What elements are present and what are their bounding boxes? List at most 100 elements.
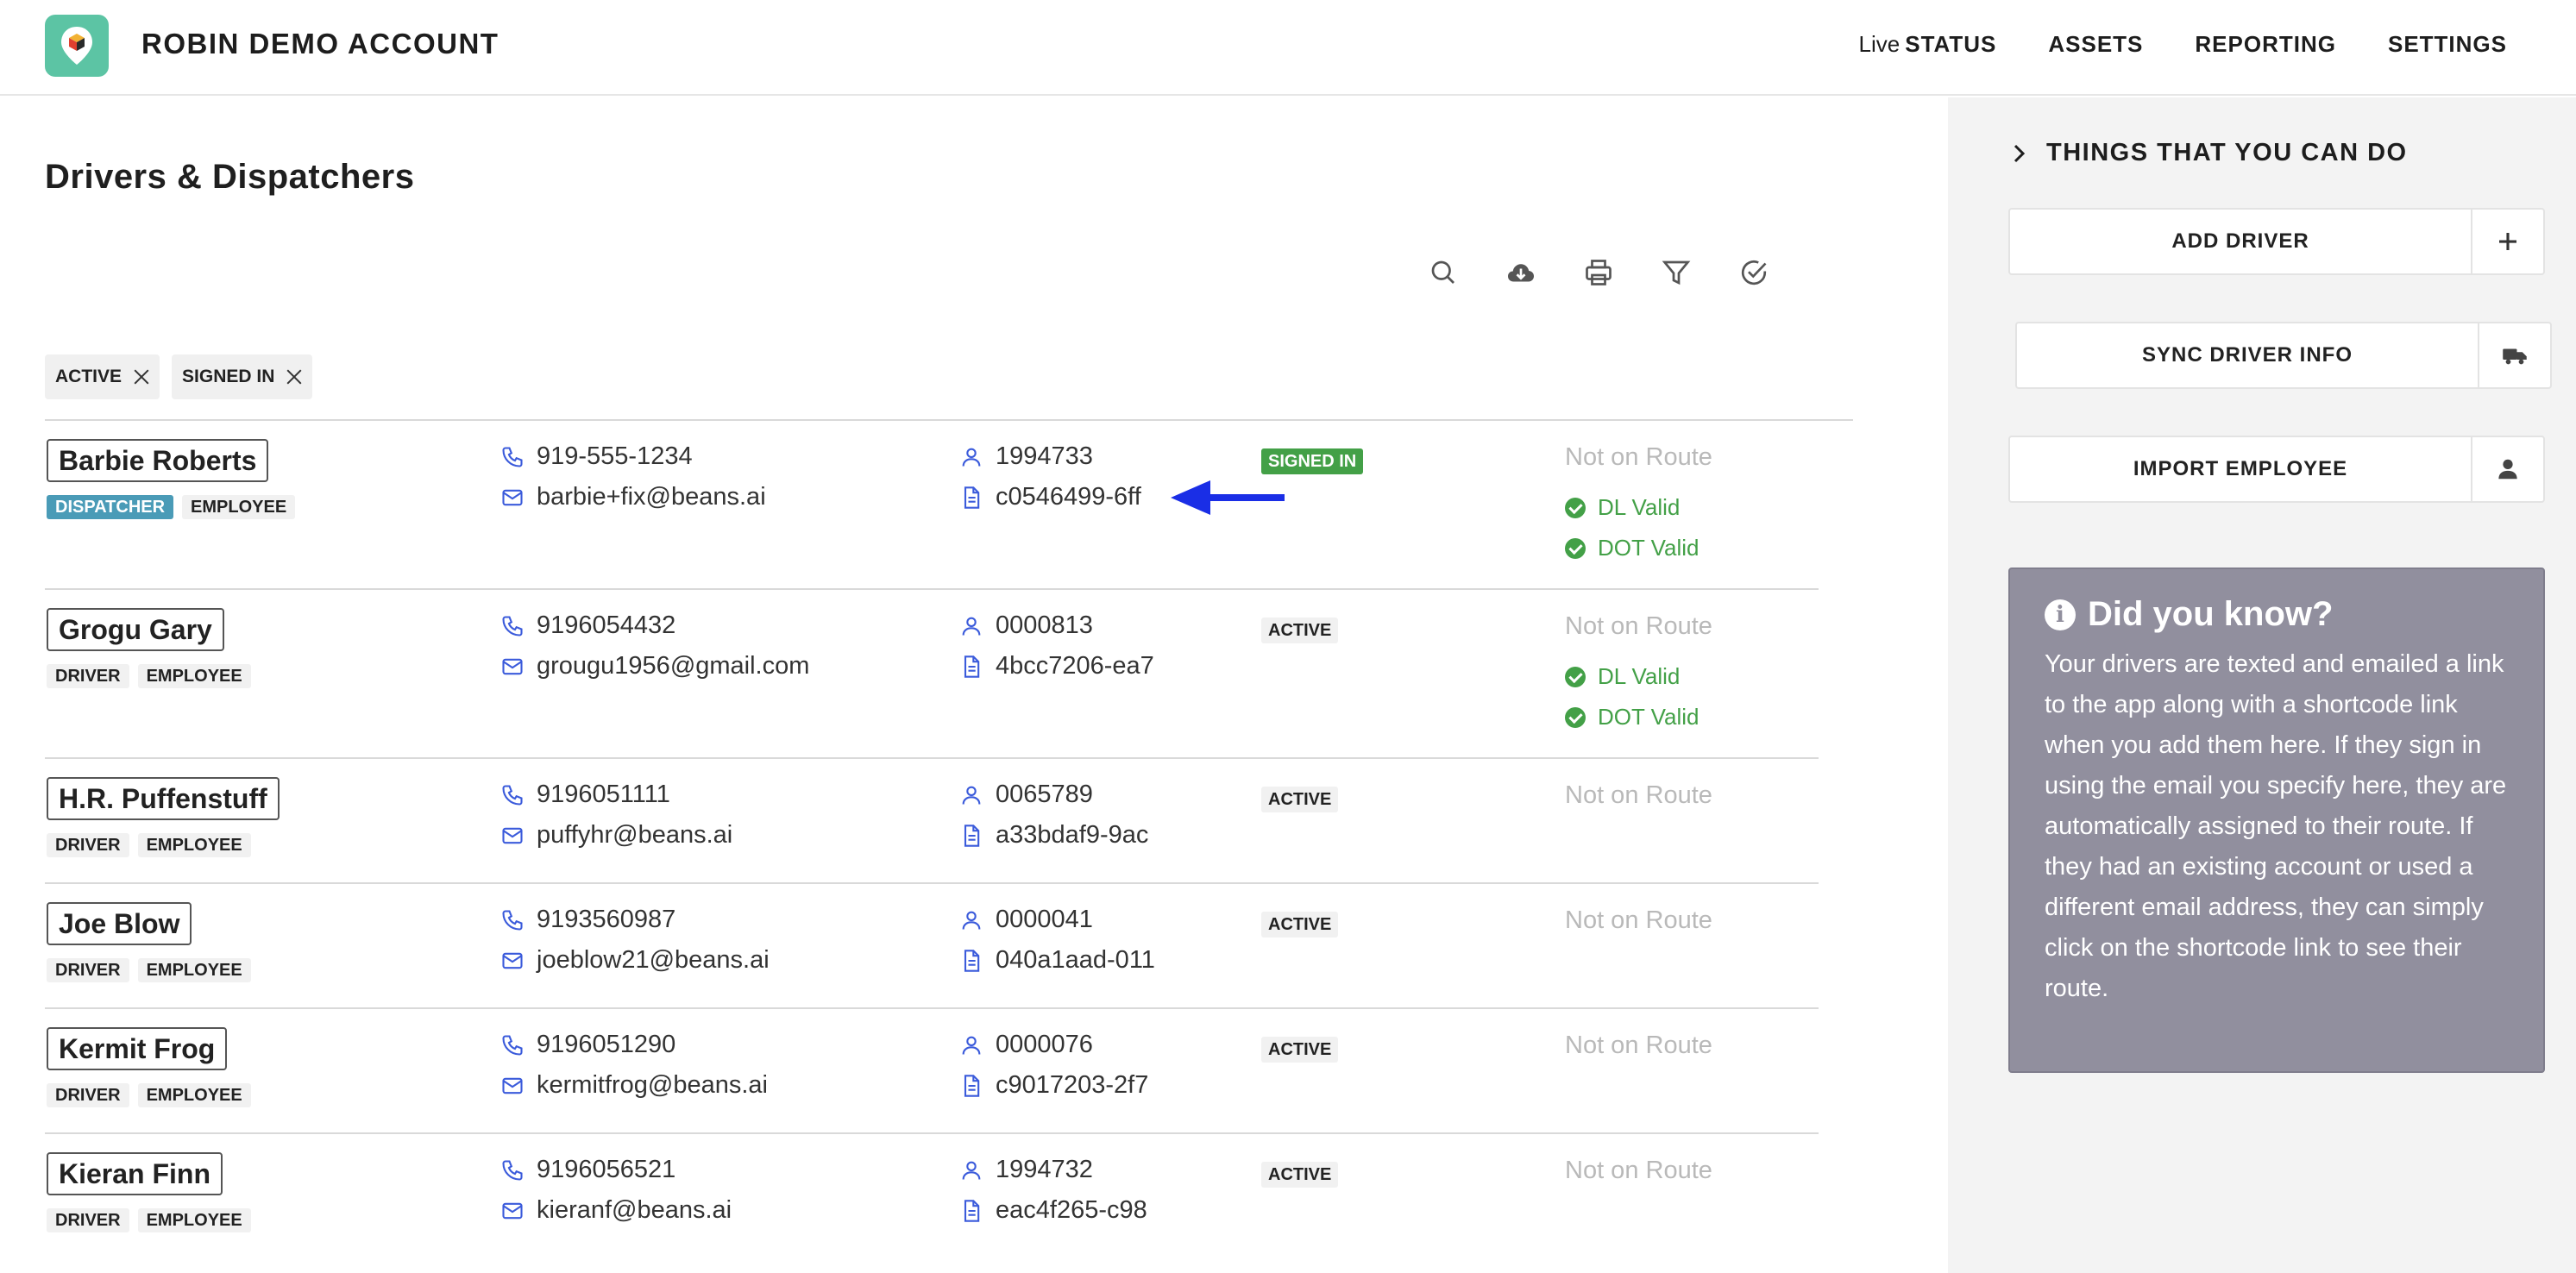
mail-icon bbox=[502, 489, 523, 505]
phone-line: 9193560987 bbox=[500, 906, 675, 934]
phone-line: 9196054432 bbox=[500, 611, 675, 640]
add-driver-button[interactable]: ADD DRIVER bbox=[2008, 208, 2545, 275]
type-badge: EMPLOYEE bbox=[137, 664, 251, 688]
dot-valid-indicator: DOT Valid bbox=[1565, 704, 1700, 731]
phone-line: 919-555-1234 bbox=[500, 442, 693, 471]
type-badge: EMPLOYEE bbox=[182, 495, 296, 519]
role-badge: DRIVER bbox=[47, 664, 129, 688]
route-status: Not on Route bbox=[1565, 906, 1712, 934]
document-id-line: c0546499-6ff bbox=[959, 483, 1141, 511]
mail-icon bbox=[502, 1077, 523, 1094]
import-employee-label: IMPORT EMPLOYEE bbox=[2133, 457, 2348, 480]
cloud-download-icon[interactable] bbox=[1501, 253, 1541, 292]
truck-icon bbox=[2478, 323, 2550, 387]
sidebar-heading[interactable]: THINGS THAT YOU CAN DO bbox=[2008, 139, 2408, 167]
email-line: kieranf@beans.ai bbox=[500, 1196, 732, 1225]
type-badge: EMPLOYEE bbox=[137, 1208, 251, 1232]
document-icon bbox=[964, 949, 980, 972]
driver-tags: DISPATCHER EMPLOYEE bbox=[47, 495, 296, 519]
did-you-know-body: Your drivers are texted and emailed a li… bbox=[2045, 650, 2507, 1002]
user-icon bbox=[2471, 437, 2543, 501]
nav-status-label: STATUS bbox=[1905, 31, 1997, 57]
phone-line: 9196056521 bbox=[500, 1156, 675, 1184]
employee-id-line: 0000813 bbox=[959, 611, 1093, 640]
logo-pin-icon bbox=[61, 27, 92, 65]
nav-assets[interactable]: ASSETS bbox=[2048, 31, 2143, 58]
check-icon bbox=[1565, 497, 1586, 518]
phone-icon bbox=[502, 615, 523, 636]
employee-id-line: 0065789 bbox=[959, 781, 1093, 809]
filter-icon[interactable] bbox=[1656, 253, 1696, 292]
document-id-line: 040a1aad-011 bbox=[959, 946, 1155, 975]
remove-filter-icon[interactable] bbox=[286, 369, 302, 385]
driver-name-button[interactable]: Grogu Gary bbox=[47, 608, 224, 651]
role-badge: DRIVER bbox=[47, 958, 129, 982]
mail-icon bbox=[502, 1202, 523, 1219]
email-address: grougu1956@gmail.com bbox=[537, 652, 810, 680]
table-row: H.R. Puffenstuff DRIVER EMPLOYEE 9196051… bbox=[45, 757, 1819, 882]
nav-live-status[interactable]: Live STATUS bbox=[1859, 31, 1997, 58]
employee-id-line: 0000076 bbox=[959, 1031, 1093, 1059]
check-icon bbox=[1565, 706, 1586, 728]
filter-chip-label: ACTIVE bbox=[55, 367, 123, 386]
main-nav: Live STATUS ASSETS REPORTING SETTINGS bbox=[1859, 31, 2507, 58]
mail-icon bbox=[502, 658, 523, 674]
document-id-line: 4bcc7206-ea7 bbox=[959, 652, 1154, 680]
email-address: puffyhr@beans.ai bbox=[537, 821, 733, 849]
document-icon bbox=[964, 655, 980, 678]
sync-driver-info-button[interactable]: SYNC DRIVER INFO bbox=[2015, 322, 2552, 389]
phone-number: 9196056521 bbox=[537, 1156, 676, 1183]
driver-name-button[interactable]: Kermit Frog bbox=[47, 1027, 228, 1070]
print-icon[interactable] bbox=[1579, 253, 1618, 292]
active-filters: ACTIVE SIGNED IN bbox=[45, 354, 313, 399]
nav-reporting[interactable]: REPORTING bbox=[2195, 31, 2336, 58]
dl-valid-indicator: DL Valid bbox=[1565, 663, 1680, 690]
driver-name-button[interactable]: H.R. Puffenstuff bbox=[47, 777, 280, 820]
dot-valid-label: DOT Valid bbox=[1598, 535, 1700, 561]
phone-number: 9196054432 bbox=[537, 611, 676, 639]
pointer-arrow-icon bbox=[1171, 480, 1285, 515]
user-icon bbox=[962, 1161, 981, 1180]
document-icon bbox=[964, 486, 980, 509]
document-id: c9017203-2f7 bbox=[996, 1071, 1149, 1099]
filter-chip-signed-in: SIGNED IN bbox=[172, 354, 313, 399]
user-icon bbox=[962, 617, 981, 636]
driver-name-button[interactable]: Kieran Finn bbox=[47, 1152, 223, 1195]
did-you-know-title: i Did you know? bbox=[2045, 595, 2509, 634]
email-line: grougu1956@gmail.com bbox=[500, 652, 809, 680]
user-icon bbox=[962, 1036, 981, 1055]
email-line: puffyhr@beans.ai bbox=[500, 821, 732, 850]
email-address: kermitfrog@beans.ai bbox=[537, 1071, 768, 1099]
document-id-line: eac4f265-c98 bbox=[959, 1196, 1147, 1225]
employee-id-line: 1994733 bbox=[959, 442, 1093, 471]
nav-settings[interactable]: SETTINGS bbox=[2388, 31, 2507, 58]
route-status: Not on Route bbox=[1565, 443, 1712, 471]
did-you-know-title-text: Did you know? bbox=[2088, 595, 2334, 633]
driver-name-button[interactable]: Joe Blow bbox=[47, 902, 192, 945]
driver-name-button[interactable]: Barbie Roberts bbox=[47, 439, 269, 482]
status-badge: SIGNED IN bbox=[1261, 448, 1364, 474]
remove-filter-icon[interactable] bbox=[134, 369, 149, 385]
import-employee-button[interactable]: IMPORT EMPLOYEE bbox=[2008, 436, 2545, 503]
check-circle-icon[interactable] bbox=[1734, 253, 1774, 292]
add-driver-label: ADD DRIVER bbox=[2171, 229, 2309, 253]
document-icon bbox=[964, 1199, 980, 1222]
table-row: Barbie Roberts DISPATCHER EMPLOYEE 919-5… bbox=[45, 419, 1853, 588]
filter-chip-active: ACTIVE bbox=[45, 354, 160, 399]
app-logo[interactable] bbox=[45, 15, 109, 77]
phone-number: 9193560987 bbox=[537, 906, 676, 933]
email-line: joeblow21@beans.ai bbox=[500, 946, 770, 975]
filter-chip-label: SIGNED IN bbox=[182, 367, 275, 386]
phone-number: 919-555-1234 bbox=[537, 442, 693, 470]
dl-valid-indicator: DL Valid bbox=[1565, 494, 1680, 521]
document-id: a33bdaf9-9ac bbox=[996, 821, 1149, 849]
account-name: ROBIN DEMO ACCOUNT bbox=[141, 28, 499, 60]
employee-id-line: 1994732 bbox=[959, 1156, 1093, 1184]
role-badge: DRIVER bbox=[47, 833, 129, 857]
email-address: kieranf@beans.ai bbox=[537, 1196, 732, 1224]
check-icon bbox=[1565, 666, 1586, 687]
employee-id: 1994733 bbox=[996, 442, 1093, 470]
phone-icon bbox=[502, 446, 523, 467]
search-icon[interactable] bbox=[1423, 253, 1463, 292]
table-row: Joe Blow DRIVER EMPLOYEE 9193560987 joeb… bbox=[45, 882, 1819, 1007]
